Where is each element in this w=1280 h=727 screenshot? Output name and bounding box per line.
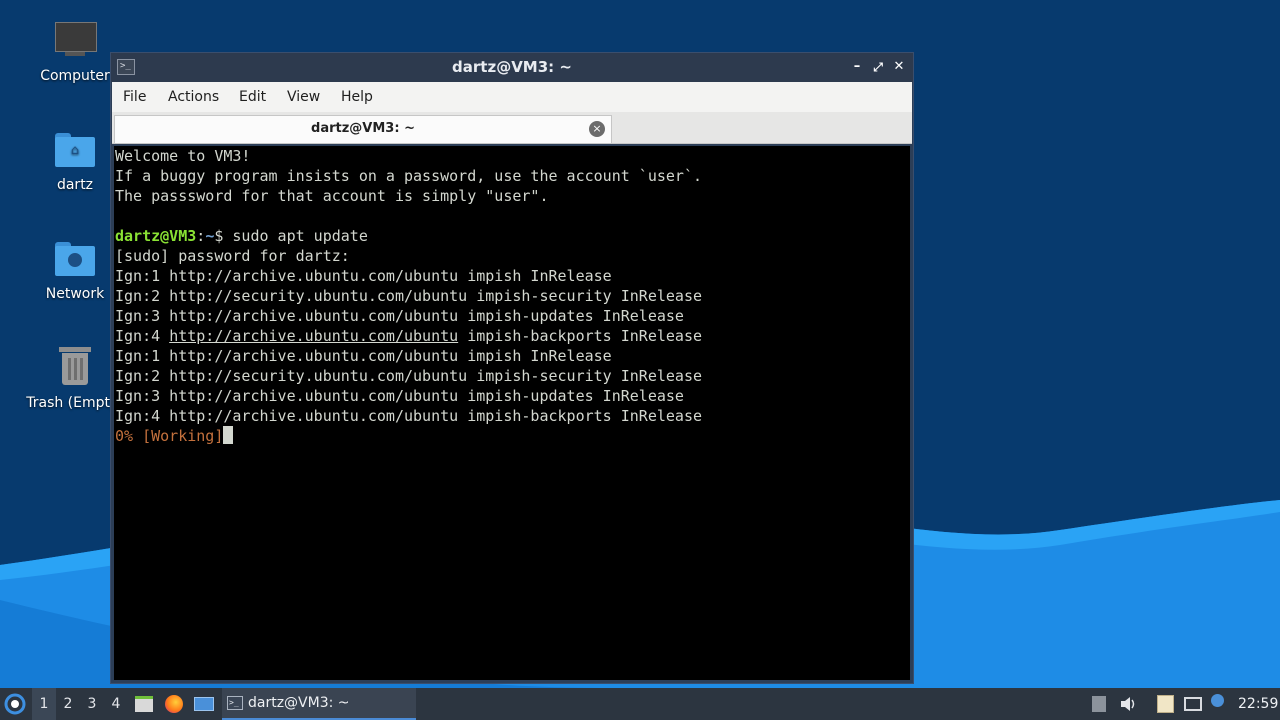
terminal-line: Ign:1 http://archive.ubuntu.com/ubuntu i… [115,347,612,365]
system-tray-arrow-icon[interactable] [1092,696,1106,712]
tab-close-icon[interactable]: × [589,121,605,137]
task-label: dartz@VM3: ~ [248,695,350,711]
window-titlebar[interactable]: >_ dartz@VM3: ~ – ⤢ ✕ [111,53,913,82]
workspace-1[interactable]: 1 [32,688,56,720]
tab-bar: dartz@VM3: ~ × [112,112,912,144]
terminal-line: The passsword for that account is simply… [115,187,549,205]
terminal-line: Ign:1 http://archive.ubuntu.com/ubuntu i… [115,267,612,285]
network-folder-icon [53,236,97,280]
trash-icon [53,345,97,389]
show-desktop-icon [194,697,214,711]
terminal-icon: >_ [227,696,243,710]
terminal-line: If a buggy program insists on a password… [115,167,702,185]
firefox-icon [165,695,183,713]
prompt-separator: : [196,227,206,245]
terminal-line: Ign:4 http://archive.ubuntu.com/ubuntu i… [115,407,702,425]
show-desktop-launcher[interactable] [193,688,215,720]
tab-label: dartz@VM3: ~ [311,121,415,136]
menu-help[interactable]: Help [341,89,373,105]
clock[interactable]: 22:59 [1238,696,1278,712]
maximize-button[interactable]: ⤢ [869,58,887,76]
terminal-prompt-line: dartz@VM3:~$ sudo apt update [115,226,368,246]
prompt-command: sudo apt update [232,227,368,245]
taskbar-terminal-task[interactable]: >_ dartz@VM3: ~ [222,688,416,720]
start-menu-icon [4,693,26,715]
menu-file[interactable]: File [123,89,146,105]
terminal-line: Ign:3 http://archive.ubuntu.com/ubuntu i… [115,387,684,405]
menu-edit[interactable]: Edit [239,89,266,105]
start-menu-button[interactable] [4,688,28,720]
clipboard-icon[interactable] [1157,695,1174,713]
progress-status: 0% [Working] [115,427,224,445]
terminal-line: Welcome to VM3! [115,147,251,165]
close-button[interactable]: ✕ [890,58,908,76]
network-status-icon[interactable] [1184,697,1202,711]
terminal-progress-line: 0% [Working] [115,426,234,446]
firefox-launcher[interactable] [164,688,184,720]
menu-view[interactable]: View [287,89,320,105]
minimize-button[interactable]: – [848,58,866,76]
tab-terminal[interactable]: dartz@VM3: ~ × [114,115,612,143]
terminal-link[interactable]: http://archive.ubuntu.com/ubuntu [169,327,458,345]
prompt-dollar: $ [214,227,233,245]
line-suffix: impish-backports InRelease [458,327,703,345]
notification-icon[interactable] [1211,694,1224,707]
terminal-output[interactable]: Welcome to VM3! If a buggy program insis… [114,146,910,680]
line-prefix: Ign:4 [115,327,170,345]
prompt-path: ~ [205,227,215,245]
desktop: Computer ⌂ dartz Network Trash (Empty) > [0,0,1280,688]
text-cursor [223,426,234,444]
workspace-2[interactable]: 2 [56,688,80,720]
terminal-line: [sudo] password for dartz: [115,247,350,265]
terminal-window[interactable]: >_ dartz@VM3: ~ – ⤢ ✕ File Actions Edit … [110,52,914,684]
menu-actions[interactable]: Actions [168,89,219,105]
computer-icon [53,18,97,62]
file-manager-launcher[interactable] [134,688,154,720]
workspace-4[interactable]: 4 [104,688,128,720]
terminal-line: Ign:2 http://security.ubuntu.com/ubuntu … [115,367,702,385]
home-folder-icon: ⌂ [53,127,97,171]
window-title: dartz@VM3: ~ [452,58,572,76]
volume-icon[interactable] [1120,696,1136,712]
terminal-line: Ign:4 http://archive.ubuntu.com/ubuntu i… [115,326,702,346]
file-manager-icon [135,696,153,712]
terminal-line: Ign:2 http://security.ubuntu.com/ubuntu … [115,287,702,305]
menu-bar: File Actions Edit View Help [112,82,912,112]
prompt-user-host: dartz@VM3 [115,227,197,245]
workspace-3[interactable]: 3 [80,688,104,720]
taskbar: 1 2 3 4 >_ dartz@VM3: ~ 22:59 [0,688,1280,720]
terminal-line: Ign:3 http://archive.ubuntu.com/ubuntu i… [115,307,684,325]
